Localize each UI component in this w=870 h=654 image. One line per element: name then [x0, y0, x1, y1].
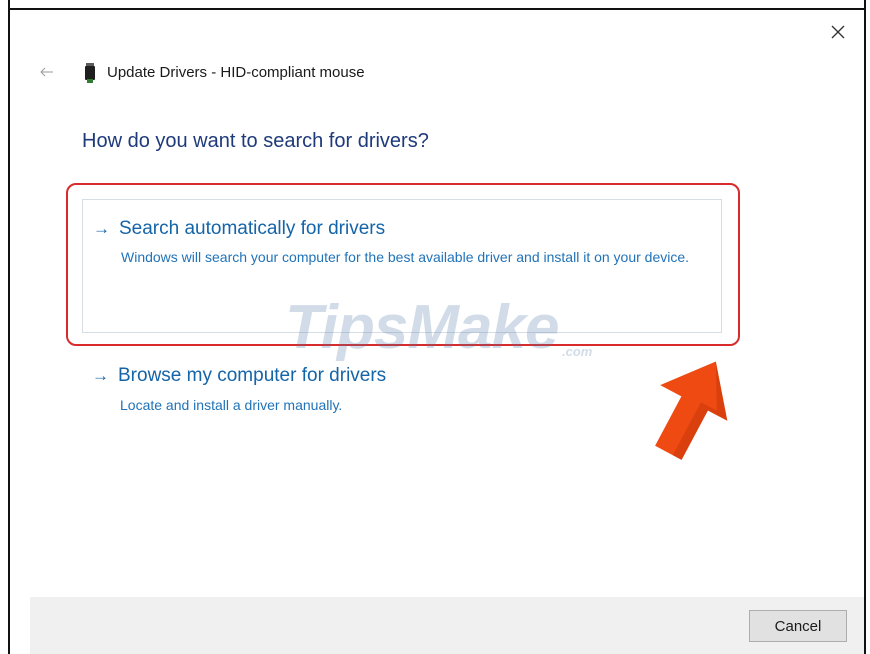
option-title: → Browse my computer for drivers: [92, 365, 386, 387]
screenshot-page: Update Drivers - HID-compliant mouse How…: [0, 0, 870, 654]
browse-computer-option[interactable]: → Browse my computer for drivers Locate a…: [82, 360, 722, 430]
dialog-title: Update Drivers - HID-compliant mouse: [107, 64, 365, 81]
watermark-text: TipsMake: [285, 293, 559, 362]
watermark-suffix: .com: [562, 344, 593, 359]
dialog-footer: [30, 597, 864, 654]
orange-pointer-arrow-icon: [655, 361, 728, 460]
back-arrow-icon: [40, 67, 53, 77]
right-arrow-icon: →: [92, 366, 109, 385]
cancel-button[interactable]: Cancel: [749, 610, 847, 642]
close-button[interactable]: [826, 20, 850, 44]
close-icon: [831, 25, 845, 39]
frame-border-right: [864, 0, 866, 654]
frame-border-left: [8, 0, 10, 654]
option-description: Locate and install a driver manually.: [120, 397, 343, 413]
option-title-label: Browse my computer for drivers: [118, 365, 387, 386]
page-heading: How do you want to search for drivers?: [82, 130, 429, 152]
back-button[interactable]: [38, 62, 56, 82]
usb-device-icon: [84, 63, 96, 83]
